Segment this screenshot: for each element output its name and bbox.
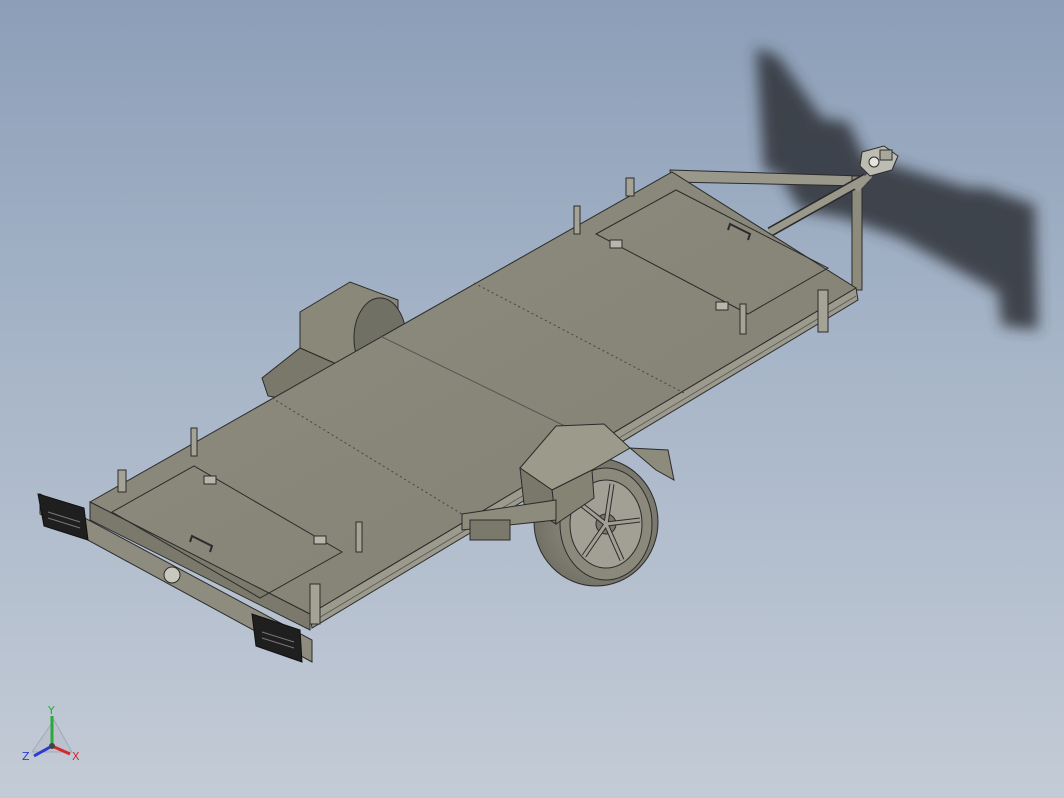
trailer-deck <box>88 171 859 631</box>
trailer-model-view[interactable] <box>0 0 1064 798</box>
axis-triad: Y X Z <box>18 700 88 772</box>
tail-light-left <box>37 493 89 541</box>
graphics-viewport[interactable]: Y X Z <box>0 0 1064 798</box>
x-axis-label: X <box>72 750 80 763</box>
z-axis-label: Z <box>22 750 30 763</box>
y-axis-label: Y <box>47 704 55 717</box>
